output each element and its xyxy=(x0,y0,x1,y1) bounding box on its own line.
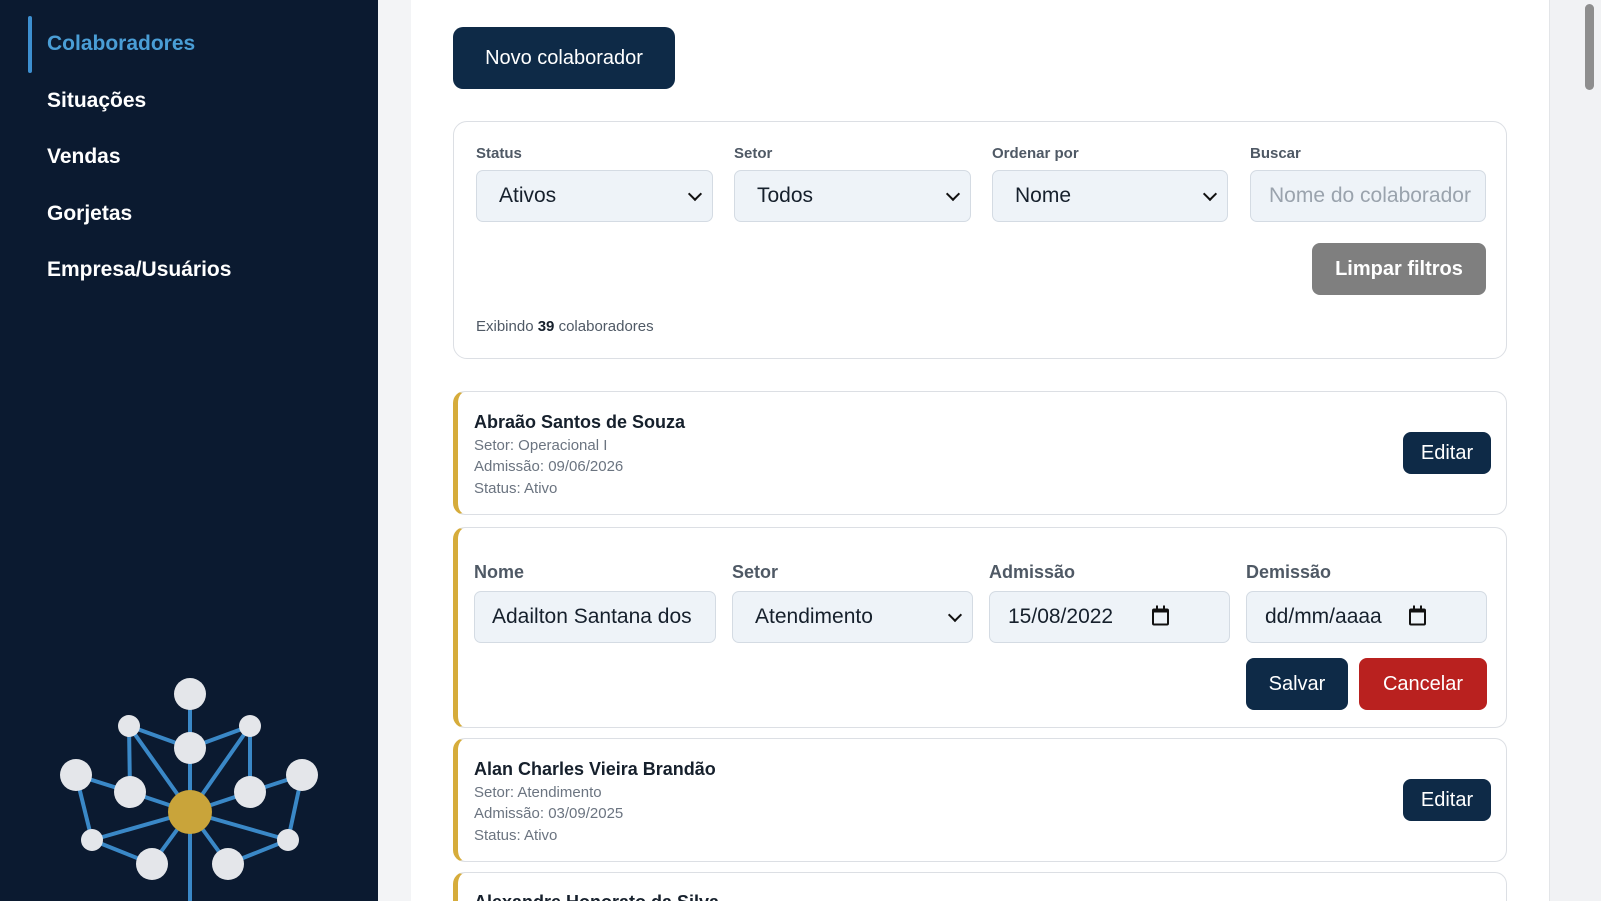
status-select-value: Ativos xyxy=(499,184,557,207)
result-count: Exibindo 39 colaboradores xyxy=(476,318,654,335)
search-input[interactable]: Nome do colaborador xyxy=(1250,170,1486,222)
employee-card: Alexandre Honorato da Silva xyxy=(453,872,1507,901)
sidebar-item-vendas[interactable]: Vendas xyxy=(47,145,121,169)
search-label: Buscar xyxy=(1250,145,1301,162)
save-button[interactable]: Salvar xyxy=(1246,658,1348,710)
count-suffix: colaboradores xyxy=(558,318,654,335)
right-gutter xyxy=(1549,0,1601,901)
clear-filters-button[interactable]: Limpar filtros xyxy=(1312,243,1486,295)
search-placeholder: Nome do colaborador xyxy=(1269,184,1471,207)
employee-admission: Admissão: 09/06/2026 xyxy=(474,458,624,475)
name-input[interactable]: Adailton Santana dos xyxy=(474,591,716,643)
edit-button[interactable]: Editar xyxy=(1403,779,1491,821)
edit-button[interactable]: Editar xyxy=(1403,432,1491,474)
employee-status: Status: Ativo xyxy=(474,480,558,497)
employee-name: Alan Charles Vieira Brandão xyxy=(474,759,716,779)
sector-select[interactable]: Todos xyxy=(734,170,971,222)
chevron-down-icon xyxy=(687,186,703,202)
sidebar-item-situacoes[interactable]: Situações xyxy=(47,89,146,113)
new-employee-button[interactable]: Novo colaborador xyxy=(453,27,675,89)
status-select[interactable]: Ativos xyxy=(476,170,713,222)
dismissal-date-input[interactable]: dd/mm/aaaa xyxy=(1246,591,1487,643)
sidebar-item-empresa-usuarios[interactable]: Empresa/Usuários xyxy=(47,258,231,282)
employee-status: Status: Ativo xyxy=(474,827,558,844)
count-value: 39 xyxy=(537,318,555,335)
sector-select-value: Todos xyxy=(757,184,814,207)
chevron-down-icon xyxy=(947,607,963,623)
sidebar: Colaboradores Situações Vendas Gorjetas … xyxy=(0,0,378,901)
count-prefix: Exibindo xyxy=(476,318,534,335)
employee-sector: Setor: Operacional I xyxy=(474,437,608,454)
cancel-button[interactable]: Cancelar xyxy=(1359,658,1487,710)
sector-select-edit[interactable]: Atendimento xyxy=(732,591,973,643)
status-label: Status xyxy=(476,145,522,162)
sector-edit-value: Atendimento xyxy=(755,605,873,628)
edit-dismissal-label: Demissão xyxy=(1246,562,1332,582)
order-select[interactable]: Nome xyxy=(992,170,1228,222)
admission-date-value: 15/08/2022 xyxy=(1008,605,1114,628)
employee-edit-form: Nome Setor Admissão Demissão Adailton Sa… xyxy=(453,527,1507,728)
network-logo xyxy=(60,678,318,901)
admission-date-input[interactable]: 15/08/2022 xyxy=(989,591,1230,643)
calendar-icon[interactable] xyxy=(1152,605,1169,626)
filter-panel: Status Setor Ordenar por Buscar Ativos T… xyxy=(453,121,1507,359)
order-label: Ordenar por xyxy=(992,145,1079,162)
edit-sector-label: Setor xyxy=(732,562,779,582)
employee-admission: Admissão: 03/09/2025 xyxy=(474,805,624,822)
name-input-value: Adailton Santana dos xyxy=(492,605,692,628)
edit-admission-label: Admissão xyxy=(989,562,1076,582)
dismissal-date-value: dd/mm/aaaa xyxy=(1265,605,1382,628)
employee-sector: Setor: Atendimento xyxy=(474,784,602,801)
employee-card: Abraão Santos de Souza Setor: Operaciona… xyxy=(453,391,1507,515)
calendar-icon[interactable] xyxy=(1409,605,1426,626)
sidebar-item-colaboradores[interactable]: Colaboradores xyxy=(47,32,195,56)
chevron-down-icon xyxy=(945,186,961,202)
employee-card: Alan Charles Vieira Brandão Setor: Atend… xyxy=(453,738,1507,862)
edit-name-label: Nome xyxy=(474,562,525,582)
sidebar-item-gorjetas[interactable]: Gorjetas xyxy=(47,202,132,226)
employee-name: Abraão Santos de Souza xyxy=(474,412,686,432)
order-select-value: Nome xyxy=(1015,184,1072,207)
scrollbar-thumb[interactable] xyxy=(1585,4,1594,90)
active-indicator xyxy=(28,16,32,73)
sector-label: Setor xyxy=(734,145,773,162)
chevron-down-icon xyxy=(1202,186,1218,202)
employee-name: Alexandre Honorato da Silva xyxy=(474,892,719,901)
